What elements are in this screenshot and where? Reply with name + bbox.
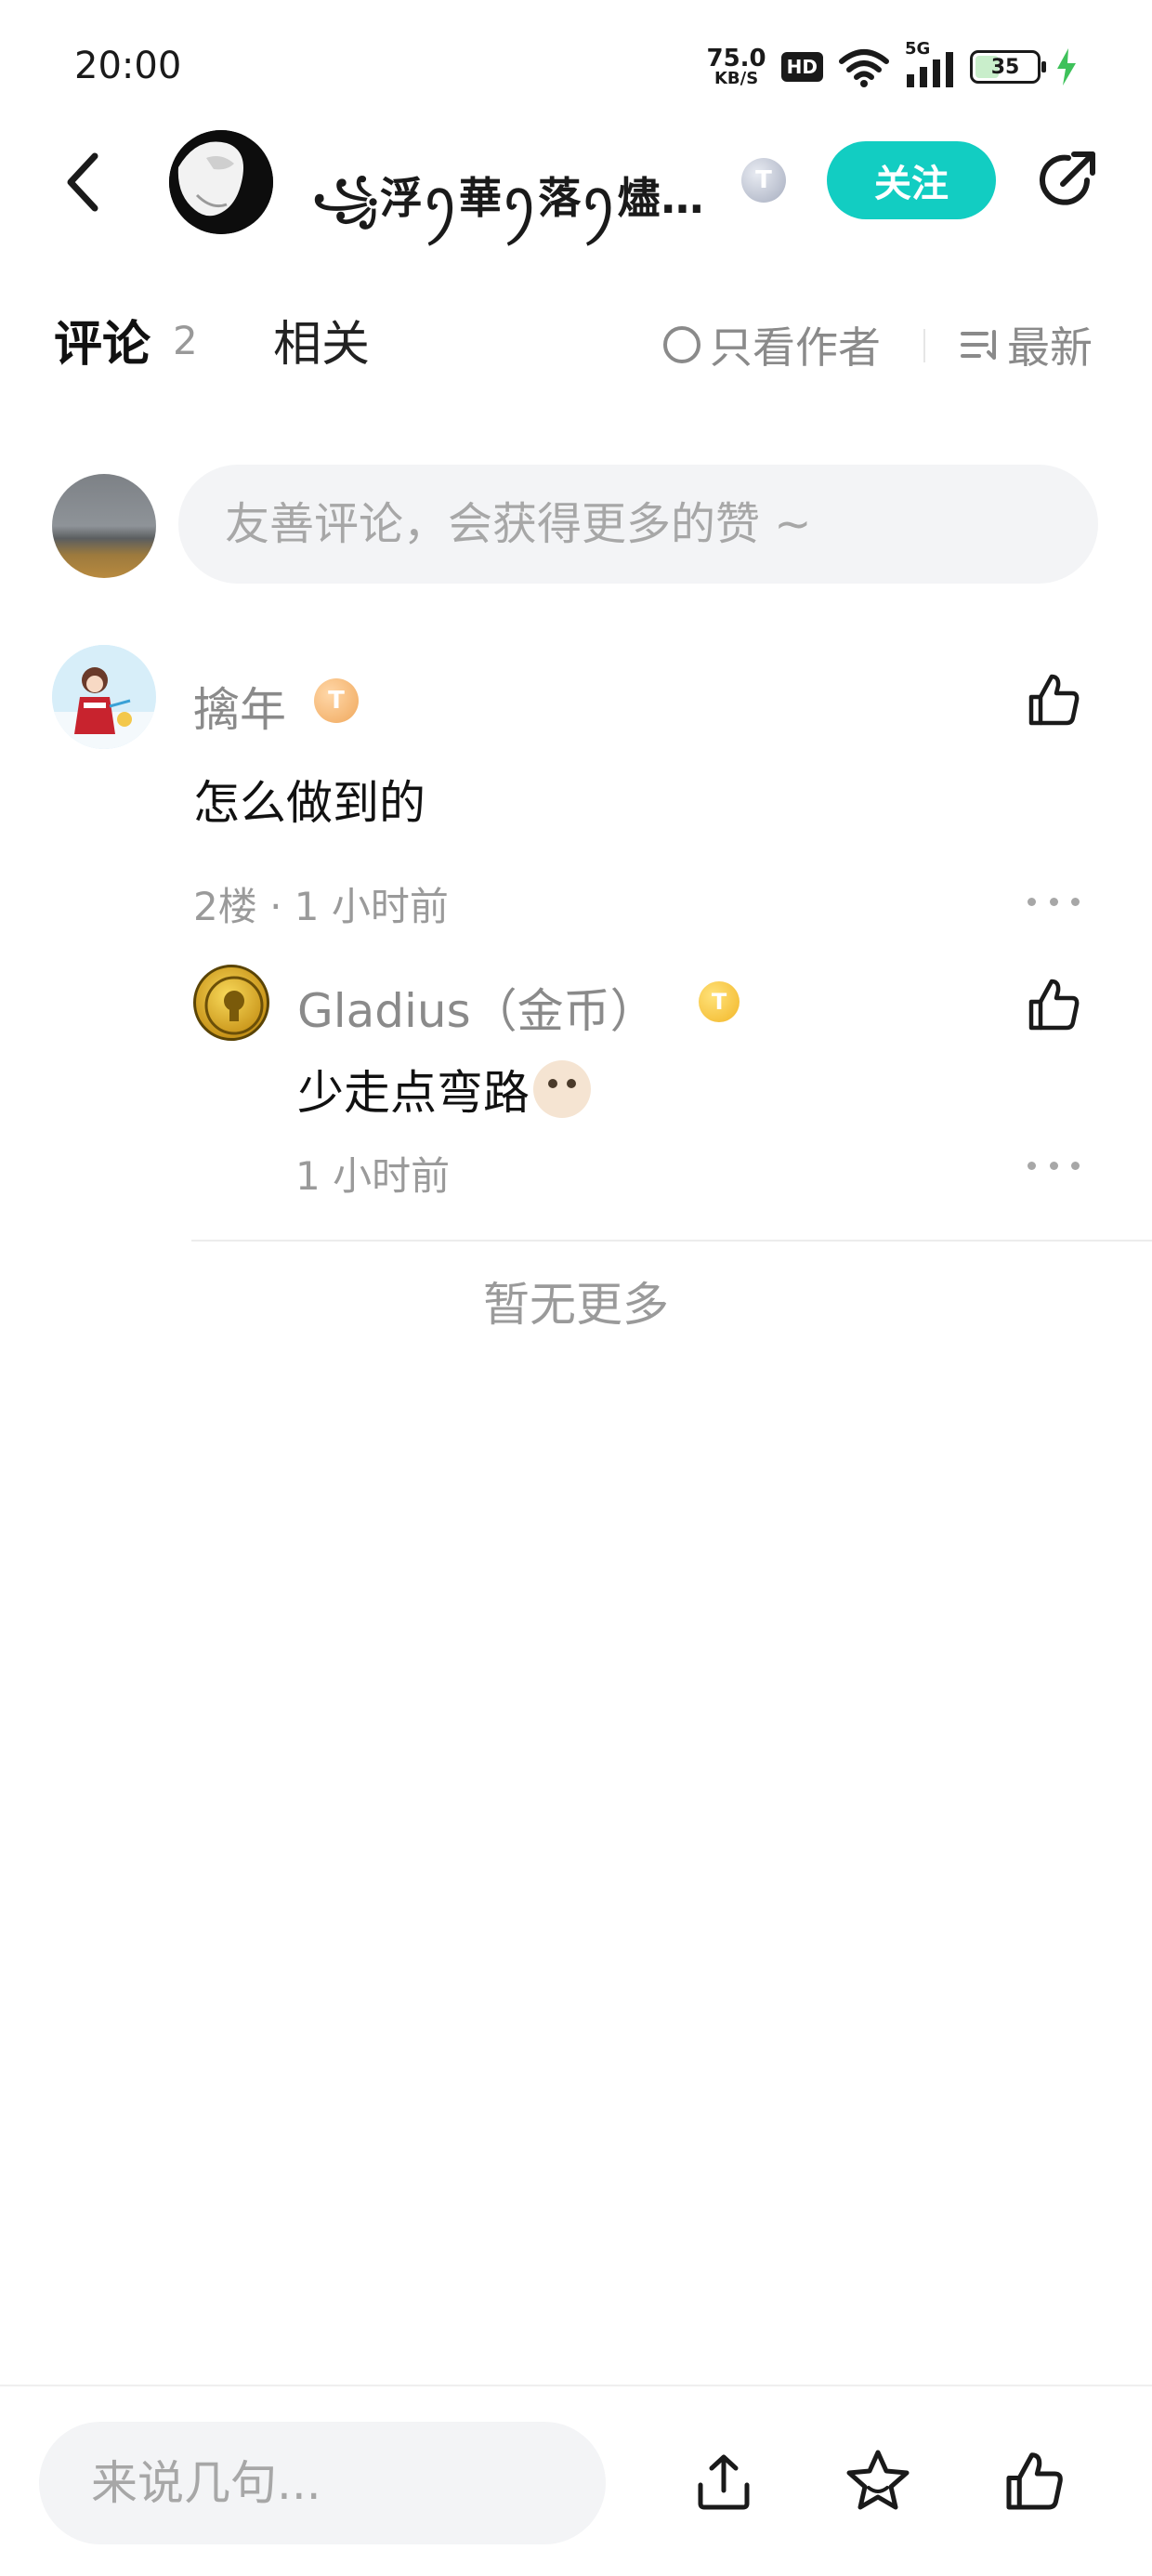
reply-more-button[interactable] — [1016, 1147, 1091, 1184]
follow-button[interactable]: 关注 — [827, 141, 996, 219]
chevron-left-icon — [67, 152, 98, 212]
bottom-action-bar — [0, 2385, 1152, 2576]
star-icon — [846, 2450, 910, 2510]
replier-avatar[interactable] — [193, 965, 269, 1041]
author-avatar-image — [169, 130, 273, 234]
cellular-signal: 5G — [905, 39, 955, 87]
thumbs-up-icon — [1006, 2452, 1063, 2510]
like-post-button[interactable] — [992, 2440, 1076, 2524]
share-button[interactable] — [1029, 143, 1104, 217]
upload-share-icon — [698, 2454, 750, 2510]
comment-meta: 2楼 · 1 小时前 — [193, 884, 449, 929]
battery-level: 35 — [990, 55, 1020, 79]
author-level-badge: T — [741, 158, 786, 203]
tab-related[interactable]: 相关 — [273, 305, 370, 375]
tab-separator — [923, 329, 925, 362]
author-avatar[interactable] — [169, 130, 273, 234]
dot-icon — [1028, 1161, 1036, 1170]
gold-coin-avatar-image — [204, 976, 264, 1035]
comment-tabs: 评论 2 相关 只看作者 最新 — [0, 297, 1152, 381]
comment-item: 擒年 T 怎么做到的 2楼 · 1 小时前 — [0, 645, 1152, 929]
share-post-button[interactable] — [682, 2440, 766, 2524]
sort-latest-button[interactable]: 最新 — [959, 314, 1093, 375]
reply-meta: 1 小时前 — [295, 1153, 451, 1199]
wifi-icon — [839, 49, 889, 87]
comments-count: 2 — [173, 318, 198, 363]
battery-indicator: 35 — [970, 50, 1046, 84]
reply-item: Gladius（金币） T 少走点弯路 1 小时前 — [0, 961, 1152, 1203]
comment-like-button[interactable] — [1016, 664, 1091, 738]
dot-icon — [1028, 897, 1036, 906]
hd-badge: HD — [780, 52, 823, 82]
share-arrow-icon — [1040, 151, 1095, 205]
status-bar: 20:00 75.0 KB/S HD 5G 35 — [0, 0, 1152, 130]
back-button[interactable] — [56, 145, 111, 219]
status-time: 20:00 — [74, 45, 182, 87]
status-indicators: 75.0 KB/S HD 5G 35 — [707, 39, 1079, 93]
reply-text: 少走点弯路 — [297, 1066, 530, 1120]
thumbs-up-icon — [1028, 674, 1080, 726]
dot-icon — [1049, 897, 1058, 906]
radio-circle-icon — [663, 326, 700, 363]
comment-more-button[interactable] — [1016, 883, 1091, 920]
comment-input[interactable] — [178, 465, 1098, 584]
reply-text-row: 少走点弯路 — [297, 1056, 591, 1123]
commenter-name[interactable]: 擒年 — [193, 673, 286, 740]
reply-like-button[interactable] — [1016, 968, 1091, 1043]
favorite-button[interactable] — [836, 2440, 920, 2524]
current-user-avatar — [52, 474, 156, 578]
post-header: ꧁浮ꪆ華ꪆ落ꪆ燼ꪆ... T 关注 — [0, 130, 1152, 234]
thumbs-up-icon — [1028, 979, 1080, 1031]
bottom-comment-input[interactable] — [39, 2422, 606, 2544]
author-only-toggle[interactable]: 只看作者 — [663, 314, 881, 375]
network-speed-value: 75.0 — [706, 45, 766, 72]
commenter-level-badge: T — [314, 678, 359, 723]
network-speed: 75.0 KB/S — [707, 46, 766, 87]
author-name[interactable]: ꧁浮ꪆ華ꪆ落ꪆ燼ꪆ... — [312, 156, 712, 253]
dot-icon — [1071, 897, 1080, 906]
dot-icon — [1049, 1161, 1058, 1170]
author-only-label: 只看作者 — [710, 322, 881, 373]
comment-page: 20:00 75.0 KB/S HD 5G 35 ꧁浮ꪆ華ꪆ落ꪆ燼ꪆ... T … — [0, 0, 1152, 2576]
sort-latest-label: 最新 — [1007, 322, 1093, 373]
reply-divider — [191, 1240, 1152, 1242]
no-more-footer: 暂无更多 — [0, 1268, 1152, 1334]
network-speed-unit: KB/S — [713, 69, 759, 88]
tab-comments[interactable]: 评论 — [54, 305, 151, 375]
replier-name[interactable]: Gladius（金币） — [297, 974, 657, 1041]
comment-text: 怎么做到的 — [193, 776, 425, 830]
signal-type: 5G — [905, 39, 931, 59]
comment-compose — [0, 465, 1152, 585]
no-more-label: 暂无更多 — [483, 1278, 669, 1332]
sort-icon — [961, 330, 996, 360]
commenter-avatar-image — [52, 645, 156, 749]
tab-comments-label: 评论 — [54, 317, 151, 373]
cat-emoji-icon — [533, 1060, 591, 1118]
replier-level-badge: T — [699, 981, 740, 1022]
dot-icon — [1071, 1161, 1080, 1170]
charging-icon — [1057, 48, 1076, 85]
commenter-avatar[interactable] — [52, 645, 156, 749]
